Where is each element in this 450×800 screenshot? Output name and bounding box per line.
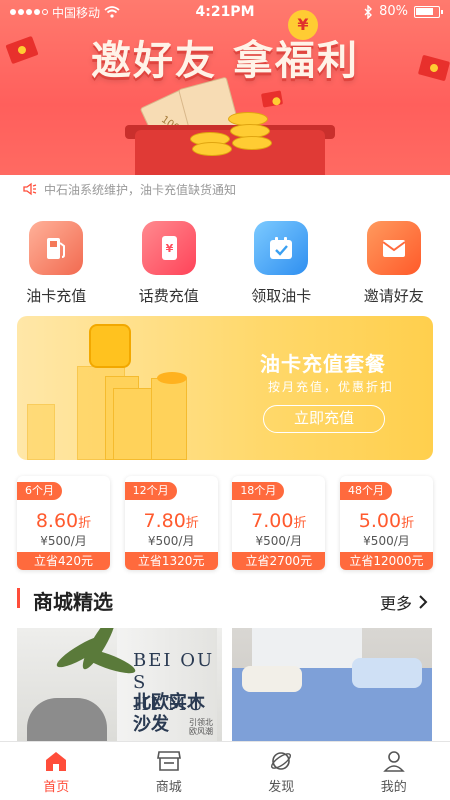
quick-action-label: 油卡充值	[26, 287, 87, 305]
package-list: 6个月 8.60折 ¥500/月 立省420元 12个月 7.80折 ¥500/…	[0, 470, 450, 576]
quick-actions: 油卡充值 ¥ 话费充值 领取油卡 邀请好友	[0, 203, 450, 310]
promo-card[interactable]: 油卡充值套餐 按月充值，优惠折扣 立即充值	[17, 316, 433, 460]
gift-box	[135, 130, 325, 175]
tab-label: 商城	[155, 780, 182, 795]
tab-bar: 首页 商城 发现 我的	[0, 741, 450, 800]
phone-recharge-icon: ¥	[141, 221, 196, 275]
mall-section-header: 商城精选 更多	[0, 576, 450, 628]
package-discount: 5.00折	[358, 510, 415, 532]
wallet-icon	[89, 324, 131, 368]
product-card-sofa[interactable]: BEI OU S HI MU 北欧实木 沙发 引领北欧风潮	[17, 628, 222, 741]
product-grid: BEI OU S HI MU 北欧实木 沙发 引领北欧风潮	[0, 628, 450, 741]
notice-text: 中石油系统维护，油卡充值缺货通知	[44, 182, 237, 197]
tab-discover[interactable]: 发现	[225, 742, 338, 800]
pillow	[352, 658, 422, 688]
decor-block	[27, 404, 55, 460]
package-discount: 7.00折	[251, 510, 307, 532]
section-title: 商城精选	[33, 590, 113, 614]
promo-section: 油卡充值套餐 按月充值，优惠折扣 立即充值	[0, 310, 450, 470]
package-savings: 立省12000元	[339, 552, 433, 570]
package-term: 48个月	[339, 482, 392, 500]
package-savings: 立省1320元	[124, 552, 218, 570]
coin-stack-icon	[157, 372, 187, 384]
promo-title: 油卡充值套餐	[260, 352, 386, 376]
product-card-bedding[interactable]	[232, 628, 432, 741]
package-savings: 立省2700元	[232, 552, 326, 570]
store-icon	[156, 751, 181, 771]
home-icon	[46, 752, 67, 771]
package-term: 18个月	[232, 482, 285, 500]
yen-coin-icon: ¥	[288, 10, 318, 40]
product-tagline: 引领北欧风潮	[189, 718, 213, 736]
more-link[interactable]: 更多	[380, 590, 428, 614]
section-accent-bar	[17, 588, 20, 608]
quick-action-label: 话费充值	[138, 287, 199, 305]
tab-mall[interactable]: 商城	[113, 742, 226, 800]
planet-icon	[271, 752, 292, 770]
battery-icon	[414, 5, 443, 18]
tab-label: 首页	[43, 780, 70, 795]
bluetooth-icon	[364, 4, 373, 19]
quick-action-label: 邀请好友	[363, 287, 424, 305]
package-card[interactable]: 48个月 5.00折 ¥500/月 立省12000元	[339, 476, 433, 570]
more-label: 更多	[379, 594, 412, 613]
tab-profile[interactable]: 我的	[338, 742, 450, 800]
quick-action-invite[interactable]: 邀请好友	[338, 203, 450, 310]
promo-subtitle: 按月充值，优惠折扣	[268, 380, 395, 394]
envelope-icon	[366, 221, 421, 275]
package-card[interactable]: 12个月 7.80折 ¥500/月 立省1320元	[124, 476, 218, 570]
gas-pump-icon	[29, 221, 84, 275]
package-card[interactable]: 6个月 8.60折 ¥500/月 立省420元	[17, 476, 110, 570]
coin-icon	[192, 142, 232, 156]
package-price: ¥500/月	[147, 534, 195, 548]
coin-icon	[232, 136, 272, 150]
chevron-right-icon	[419, 595, 428, 609]
package-savings: 立省420元	[17, 552, 110, 570]
pillow	[242, 666, 302, 692]
package-price: ¥500/月	[255, 534, 303, 548]
tab-home[interactable]: 首页	[0, 742, 113, 800]
package-price: ¥500/月	[363, 534, 410, 548]
sofa-image	[27, 698, 107, 741]
user-icon	[382, 751, 405, 772]
package-term: 12个月	[124, 482, 177, 500]
recharge-now-button[interactable]: 立即充值	[263, 405, 385, 433]
quick-action-oil-card[interactable]: 油卡充值	[0, 203, 113, 310]
notice-bar[interactable]: 中石油系统维护，油卡充值缺货通知	[0, 175, 450, 203]
quick-action-label: 领取油卡	[251, 287, 312, 305]
speaker-icon	[23, 182, 37, 196]
package-term: 6个月	[17, 482, 62, 500]
decor-block	[151, 378, 187, 460]
quick-action-phone-bill[interactable]: ¥ 话费充值	[113, 203, 226, 310]
battery-percent: 80%	[379, 4, 408, 19]
red-envelope-icon	[260, 90, 284, 108]
package-price: ¥500/月	[40, 534, 87, 548]
tab-label: 发现	[268, 780, 295, 795]
tab-label: 我的	[380, 780, 407, 795]
quick-action-get-card[interactable]: 领取油卡	[225, 203, 338, 310]
invite-banner[interactable]: 中国移动 4:21PM 80% 邀好友 拿福利 ¥ 100元	[0, 0, 450, 175]
calendar-check-icon	[254, 221, 309, 275]
package-discount: 8.60折	[35, 510, 92, 532]
status-bar: 中国移动 4:21PM 80%	[0, 0, 450, 24]
svg-text:¥: ¥	[165, 242, 173, 255]
package-card[interactable]: 18个月 7.00折 ¥500/月 立省2700元	[232, 476, 326, 570]
package-discount: 7.80折	[143, 510, 199, 532]
